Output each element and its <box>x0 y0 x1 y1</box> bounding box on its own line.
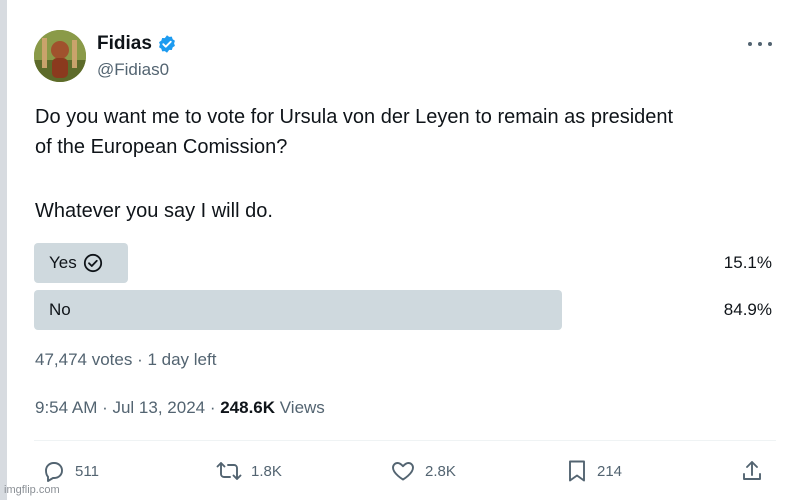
reply-icon <box>45 462 63 482</box>
like-button[interactable]: 2.8K <box>390 458 456 484</box>
post-text-line-3: Whatever you say I will do. <box>35 200 273 222</box>
verified-badge-icon <box>158 35 175 53</box>
share-icon <box>743 461 761 480</box>
repost-icon <box>216 462 242 480</box>
bookmark-button[interactable]: 214 <box>566 458 622 484</box>
like-count: 2.8K <box>425 462 456 480</box>
timestamp-row: 9:54 AM · Jul 13, 2024 · 248.6K Views <box>35 398 325 418</box>
author-name-row[interactable]: Fidias <box>97 33 177 55</box>
bookmark-count: 214 <box>597 462 623 480</box>
avatar[interactable] <box>34 30 86 82</box>
more-dots-icon[interactable] <box>748 34 772 54</box>
watermark: imgflip.com <box>4 484 60 496</box>
poll-label-yes: Yes <box>49 253 77 272</box>
views-count: 248.6K <box>220 398 276 417</box>
reply-count: 511 <box>75 462 99 480</box>
check-circle-icon <box>83 253 102 273</box>
repost-button[interactable]: 1.8K <box>216 458 282 484</box>
post-text-line-1: Do you want me to vote for Ursula von de… <box>35 106 674 128</box>
author-handle[interactable]: @Fidias0 <box>97 60 169 80</box>
reply-button[interactable]: 511 <box>42 458 99 484</box>
divider <box>34 440 776 441</box>
poll-percent-no: 84.9% <box>723 300 772 319</box>
poll-percent-yes: 15.1% <box>723 253 772 272</box>
poll-bar-no <box>34 290 562 330</box>
poll-label-row-no: No <box>49 290 71 330</box>
post-text-line-2: of the European Comission? <box>35 136 288 158</box>
avatar-image <box>34 30 86 82</box>
bookmark-icon <box>569 460 585 482</box>
poll-option-yes[interactable]: Yes 15.1% <box>34 243 774 283</box>
timestamp[interactable]: 9:54 AM · Jul 13, 2024 · <box>35 398 220 417</box>
poll-label-row-yes: Yes <box>49 243 103 283</box>
poll-option-no[interactable]: No 84.9% <box>34 290 774 330</box>
repost-count: 1.8K <box>251 462 282 480</box>
share-button[interactable] <box>740 458 764 484</box>
poll-summary: 47,474 votes · 1 day left <box>35 350 217 369</box>
heart-icon <box>392 462 414 481</box>
poll-label-no: No <box>49 300 71 319</box>
author-name[interactable]: Fidias <box>97 33 152 55</box>
views-label: Views <box>275 398 325 417</box>
